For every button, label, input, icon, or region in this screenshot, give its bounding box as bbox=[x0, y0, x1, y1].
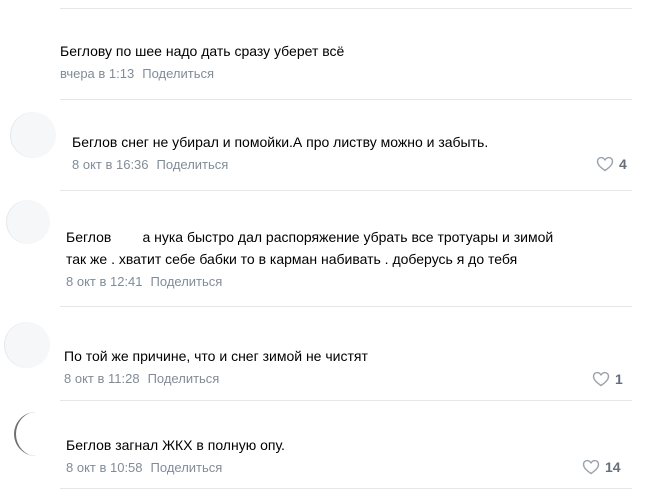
comment-time[interactable]: 8 окт в 11:28 bbox=[64, 371, 140, 386]
comment-meta: вчера в 1:13 Поделиться bbox=[60, 65, 620, 83]
comment-meta: 8 окт в 11:28 Поделиться bbox=[64, 370, 624, 388]
divider bbox=[60, 190, 632, 191]
comment-time[interactable]: 8 окт в 12:41 bbox=[66, 274, 143, 289]
comment-meta: 8 окт в 10:58 Поделиться bbox=[66, 459, 626, 477]
comments-feed: Беглову по шее надо дать сразу уберет вс… bbox=[0, 0, 669, 503]
heart-icon bbox=[592, 371, 610, 387]
like-count: 1 bbox=[615, 371, 623, 387]
comment-text: Беглову по шее надо дать сразу уберет вс… bbox=[60, 43, 345, 59]
like-count: 14 bbox=[605, 459, 621, 475]
share-button[interactable]: Поделиться bbox=[151, 460, 223, 475]
like-button[interactable]: 1 bbox=[592, 371, 623, 387]
divider bbox=[60, 488, 632, 489]
avatar-edge bbox=[14, 412, 42, 456]
like-button[interactable]: 4 bbox=[596, 156, 627, 172]
comment-item: По той же причине, что и снег зимой не ч… bbox=[64, 345, 624, 388]
divider bbox=[60, 99, 632, 100]
avatar[interactable] bbox=[4, 322, 50, 368]
divider bbox=[60, 306, 632, 307]
comment-time[interactable]: вчера в 1:13 bbox=[60, 66, 134, 81]
comment-meta: 8 окт в 16:36 Поделиться bbox=[72, 156, 632, 174]
avatar[interactable] bbox=[6, 200, 50, 244]
heart-icon bbox=[596, 156, 614, 172]
avatar[interactable] bbox=[10, 112, 56, 158]
comment-text: По той же причине, что и снег зимой не ч… bbox=[64, 348, 368, 364]
share-button[interactable]: Поделиться bbox=[142, 66, 214, 81]
comment-time[interactable]: 8 окт в 16:36 bbox=[72, 157, 149, 172]
share-button[interactable]: Поделиться bbox=[157, 157, 229, 172]
comment-time[interactable]: 8 окт в 10:58 bbox=[66, 460, 143, 475]
comment-text: Беглов а нука быстро дал распоряжение уб… bbox=[66, 229, 554, 267]
share-button[interactable]: Поделиться bbox=[148, 371, 220, 386]
divider bbox=[60, 8, 632, 9]
divider bbox=[60, 400, 632, 401]
comment-item: Беглов снег не убирал и помойки.А про ли… bbox=[72, 131, 632, 174]
comment-text: Беглов загнал ЖКХ в полную опу. bbox=[66, 437, 285, 453]
share-button[interactable]: Поделиться bbox=[151, 274, 223, 289]
heart-icon bbox=[582, 459, 600, 475]
like-button[interactable]: 14 bbox=[582, 459, 621, 475]
comment-text: Беглов снег не убирал и помойки.А про ли… bbox=[72, 134, 489, 150]
comment-item: Беглову по шее надо дать сразу уберет вс… bbox=[60, 40, 620, 83]
comment-item: Беглов загнал ЖКХ в полную опу. 8 окт в … bbox=[66, 434, 626, 477]
comment-item: Беглов а нука быстро дал распоряжение уб… bbox=[66, 226, 646, 291]
comment-meta: 8 окт в 12:41 Поделиться bbox=[66, 273, 646, 291]
like-count: 4 bbox=[619, 156, 627, 172]
